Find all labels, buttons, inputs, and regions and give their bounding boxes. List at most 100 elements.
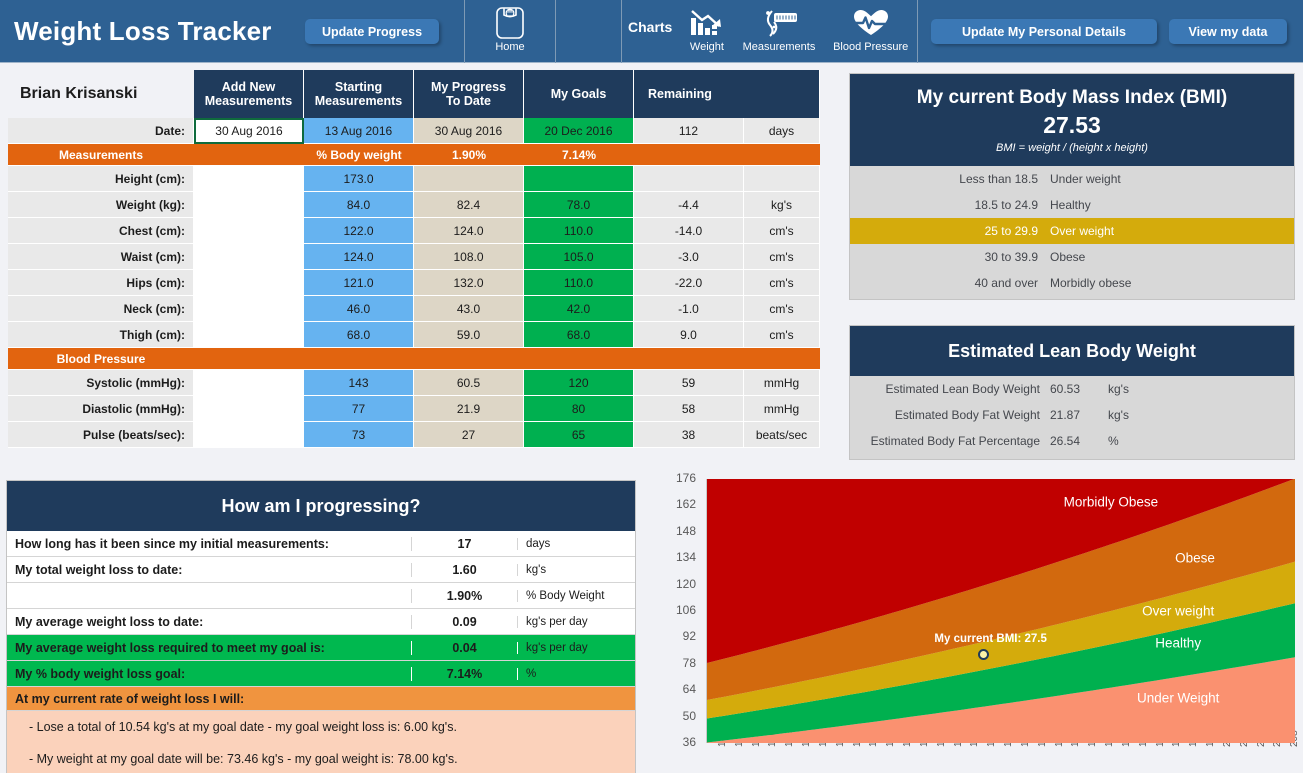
date-remaining: 112: [634, 118, 744, 144]
measurement-new-3[interactable]: [194, 244, 304, 270]
col-starting-l2: Measurements: [314, 94, 403, 108]
measurement-unit-0: [744, 166, 820, 192]
measurement-label-5: Neck (cm):: [8, 296, 194, 322]
page-title: Weight Loss Tracker: [14, 16, 272, 46]
bmi-marker-label: My current BMI: 27.5: [934, 632, 1047, 645]
measurement-new-5[interactable]: [194, 296, 304, 322]
measurement-start-0: 173.0: [304, 166, 414, 192]
bmi-range-row: 25 to 29.9 Over weight: [850, 218, 1294, 244]
band-label-3: Obese: [1175, 550, 1215, 566]
progress-unit-4: kg's per day: [517, 641, 635, 654]
bp-goal-1: 80: [524, 396, 634, 422]
measurement-start-2: 122.0: [304, 218, 414, 244]
measurement-remaining-5: -1.0: [634, 296, 744, 322]
table-row: Thigh (cm): 68.0 59.0 68.0 9.0 cm's: [8, 322, 820, 348]
bmi-range-2: 25 to 29.9: [984, 224, 1038, 238]
progress-row: My total weight loss to date: 1.60 kg's: [7, 557, 635, 583]
bmi-range-0: Less than 18.5: [959, 172, 1038, 186]
lean-unit-0: kg's: [1108, 382, 1129, 396]
nav-item-blood-pressure-chart[interactable]: Blood Pressure: [824, 0, 917, 63]
measurement-label-4: Hips (cm):: [8, 270, 194, 296]
date-unit: days: [744, 118, 820, 144]
y-tick-4: 92: [682, 629, 696, 644]
y-tick-9: 162: [675, 497, 696, 512]
date-starting: 13 Aug 2016: [304, 118, 414, 144]
y-tick-3: 78: [682, 655, 696, 670]
table-header-row: Brian Krisanski Add New Measurements Sta…: [8, 70, 820, 118]
bmi-category-1: Healthy: [1050, 198, 1091, 212]
bp-new-1[interactable]: [194, 396, 304, 422]
measurement-unit-3: cm's: [744, 244, 820, 270]
table-row: Diastolic (mmHg): 77 21.9 80 58 mmHg: [8, 396, 820, 422]
measurement-unit-6: cm's: [744, 322, 820, 348]
row-label-date: Date:: [8, 118, 194, 144]
progress-value-5: 7.14%: [411, 666, 517, 681]
table-row: Chest (cm): 122.0 124.0 110.0 -14.0 cm's: [8, 218, 820, 244]
lean-label-2: Estimated Body Fat Percentage: [870, 434, 1040, 448]
lean-value-0: 60.53: [1050, 382, 1081, 396]
blood-pressure-banner: Blood Pressure: [8, 348, 820, 370]
bp-progress-0: 60.5: [414, 370, 524, 396]
view-my-data-button[interactable]: View my data: [1169, 19, 1287, 44]
lean-label-0: Estimated Lean Body Weight: [885, 382, 1040, 396]
lean-label-1: Estimated Body Fat Weight: [894, 408, 1040, 422]
column-header-add-new: Add New Measurements: [194, 70, 304, 118]
tape-measure-icon: [758, 5, 800, 41]
measurement-remaining-1: -4.4: [634, 192, 744, 218]
measurement-label-6: Thigh (cm):: [8, 322, 194, 348]
measurement-new-0[interactable]: [194, 166, 304, 192]
date-new-input[interactable]: 30 Aug 2016: [194, 118, 304, 144]
table-row: Hips (cm): 121.0 132.0 110.0 -22.0 cm's: [8, 270, 820, 296]
update-personal-details-button[interactable]: Update My Personal Details: [931, 19, 1157, 44]
update-progress-button[interactable]: Update Progress: [305, 19, 439, 44]
weight-loss-tracker-app: Weight Loss Tracker Update Progress Home…: [0, 0, 1303, 773]
bmi-panel-header: My current Body Mass Index (BMI) 27.53 B…: [850, 74, 1294, 166]
bmi-range-row: Less than 18.5 Under weight: [850, 166, 1294, 192]
y-tick-8: 148: [675, 523, 696, 538]
forecast-header-label: At my current rate of weight loss I will…: [15, 691, 245, 706]
measurement-remaining-4: -22.0: [634, 270, 744, 296]
nav-group-home: Home: [464, 0, 556, 63]
measurements-banner-tail: [634, 144, 820, 165]
nav-item-home[interactable]: Home: [465, 0, 555, 63]
measurement-label-2: Chest (cm):: [8, 218, 194, 244]
bp-new-2[interactable]: [194, 422, 304, 448]
progress-question-5: My % body weight loss goal:: [15, 666, 186, 681]
nav-item-weight-chart[interactable]: Weight: [680, 0, 733, 63]
measurement-remaining-6: 9.0: [634, 322, 744, 348]
measurement-goal-3: 105.0: [524, 244, 634, 270]
progress-row: 1.90% % Body Weight: [7, 583, 635, 609]
lean-panel-header: Estimated Lean Body Weight: [850, 326, 1294, 376]
bp-remaining-0: 59: [634, 370, 744, 396]
measurement-new-4[interactable]: [194, 270, 304, 296]
nav-item-measurements-chart[interactable]: Measurements: [734, 0, 825, 63]
measurement-label-0: Height (cm):: [8, 166, 194, 192]
pct-body-weight-goal: 7.14%: [561, 147, 597, 162]
bp-new-0[interactable]: [194, 370, 304, 396]
measurement-start-3: 124.0: [304, 244, 414, 270]
bp-label-1: Diastolic (mmHg):: [8, 396, 194, 422]
y-tick-5: 106: [675, 603, 696, 617]
progress-question-0: How long has it been since my initial me…: [15, 536, 329, 551]
column-header-goals: My Goals: [524, 70, 634, 118]
lean-value-2: 26.54: [1050, 434, 1081, 448]
bp-unit-1: mmHg: [744, 396, 820, 422]
progress-value-3: 0.09: [411, 614, 517, 629]
measurement-new-1[interactable]: [194, 192, 304, 218]
bp-unit-2: beats/sec: [744, 422, 820, 448]
lean-row: Estimated Body Fat Weight 21.87 kg's: [850, 402, 1294, 428]
column-header-remaining: Remaining: [634, 70, 820, 118]
progress-unit-0: days: [517, 537, 635, 550]
bp-remaining-1: 58: [634, 396, 744, 422]
bmi-range-row: 30 to 39.9 Obese: [850, 244, 1294, 270]
column-header-progress: My Progress To Date: [414, 70, 524, 118]
measurement-unit-1: kg's: [744, 192, 820, 218]
measurements-banner-title: Measurements: [58, 147, 144, 162]
progress-unit-3: kg's per day: [517, 615, 635, 628]
bp-label-0: Systolic (mmHg):: [8, 370, 194, 396]
table-row: Waist (cm): 124.0 108.0 105.0 -3.0 cm's: [8, 244, 820, 270]
measurement-new-6[interactable]: [194, 322, 304, 348]
measurement-remaining-2: -14.0: [634, 218, 744, 244]
pct-body-weight-label: % Body weight: [316, 147, 402, 162]
measurement-new-2[interactable]: [194, 218, 304, 244]
